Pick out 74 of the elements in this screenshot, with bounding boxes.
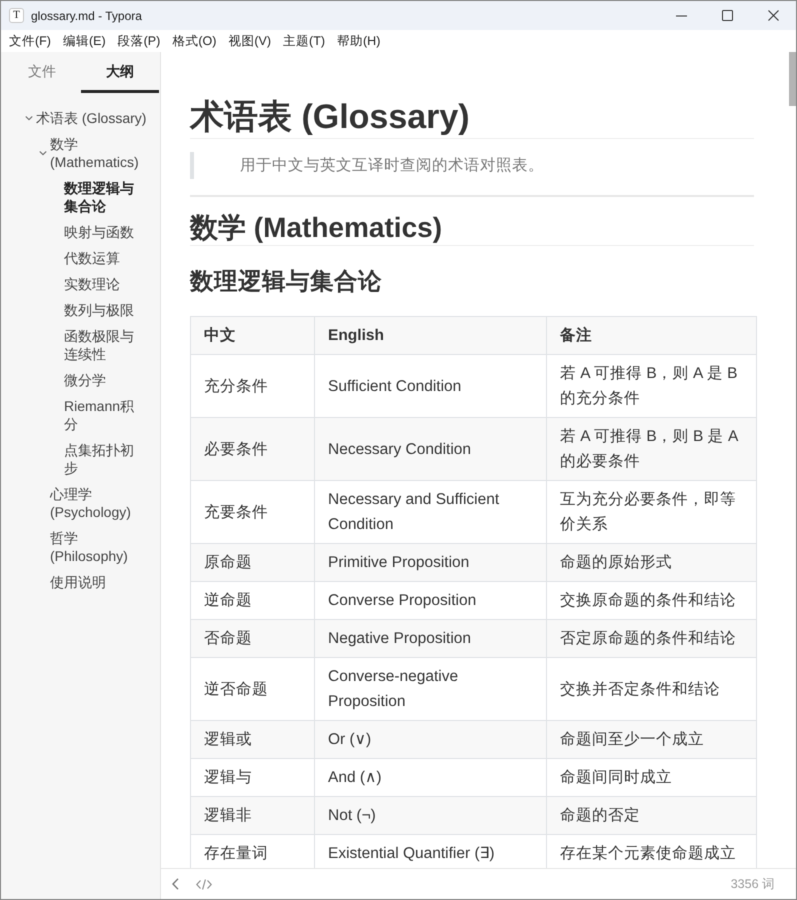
- sidebar-tab[interactable]: 文件: [3, 52, 81, 93]
- section-heading: 数学 (Mathematics): [190, 211, 754, 246]
- outline-item[interactable]: 点集拓扑初步: [64, 441, 140, 477]
- column-header: English: [314, 316, 546, 354]
- table-cell: 逆命题: [190, 582, 314, 620]
- table-cell: Not (¬): [314, 796, 546, 834]
- table-cell: Primitive Proposition: [314, 544, 546, 582]
- outline-item[interactable]: 函数极限与连续性: [64, 327, 140, 363]
- scrollbar-thumb[interactable]: [789, 52, 796, 106]
- table-cell: Sufficient Condition: [314, 354, 546, 418]
- minimize-icon[interactable]: [676, 14, 686, 16]
- table-cell: Necessary Condition: [314, 418, 546, 480]
- maximize-icon[interactable]: [722, 10, 732, 21]
- chevron-down-icon[interactable]: [39, 149, 47, 157]
- outline-item[interactable]: 实数理论: [64, 275, 120, 293]
- table-cell: 交换原命题的条件和结论: [546, 582, 756, 620]
- menu-item[interactable]: 主题(T): [277, 32, 332, 50]
- table-cell: 存在量词: [190, 834, 314, 868]
- menu-item[interactable]: 帮助(H): [331, 32, 386, 50]
- table-cell: 充分条件: [190, 354, 314, 418]
- table-cell: Negative Proposition: [314, 620, 546, 658]
- menu-item[interactable]: 格式(O): [166, 32, 222, 50]
- outline-item[interactable]: 心理学 (Psychology): [50, 485, 144, 521]
- table-cell: 逆否命题: [190, 658, 314, 720]
- table-cell: 逻辑或: [190, 720, 314, 758]
- table-cell: Or (∨): [314, 720, 546, 758]
- table-cell: 逻辑与: [190, 758, 314, 796]
- window-title: glossary.md - Typora: [31, 8, 142, 22]
- table-cell: 交换并否定条件和结论: [546, 658, 756, 720]
- table-cell: 命题间至少一个成立: [546, 720, 756, 758]
- table-cell: 存在某个元素使命题成立: [546, 834, 756, 868]
- outline-item[interactable]: 数理逻辑与集合论: [64, 179, 140, 215]
- outline-item[interactable]: 哲学 (Philosophy): [50, 529, 144, 565]
- column-header: 备注: [546, 316, 756, 354]
- table-cell: Converse Proposition: [314, 582, 546, 620]
- table-cell: 命题的否定: [546, 796, 756, 834]
- outline-item[interactable]: 映射与函数: [64, 223, 134, 241]
- outline-item[interactable]: 术语表 (Glossary): [36, 109, 146, 127]
- outline-item[interactable]: 使用说明: [50, 573, 106, 591]
- menu-item[interactable]: 视图(V): [222, 32, 278, 50]
- document-title: 术语表 (Glossary): [190, 96, 754, 139]
- chevron-down-icon[interactable]: [25, 114, 33, 122]
- app-icon: T: [9, 8, 24, 23]
- table-cell: 命题间同时成立: [546, 758, 756, 796]
- table-cell: 充要条件: [190, 480, 314, 544]
- word-count: 3356 词: [730, 876, 775, 892]
- table-cell: 互为充分必要条件，即等价关系: [546, 480, 756, 544]
- table-cell: 原命题: [190, 544, 314, 582]
- table-cell: Converse-negative Proposition: [314, 658, 546, 720]
- table-cell: 必要条件: [190, 418, 314, 480]
- code-icon[interactable]: [196, 878, 212, 890]
- sidebar-tab[interactable]: 大纲: [81, 52, 159, 93]
- blockquote: 用于中文与英文互译时查阅的术语对照表。: [190, 152, 754, 179]
- outline-item[interactable]: 数列与极限: [64, 301, 134, 319]
- outline-item[interactable]: 微分学: [64, 371, 106, 389]
- chevron-left-icon[interactable]: [172, 878, 179, 890]
- column-header: 中文: [190, 316, 314, 354]
- outline-item[interactable]: 代数运算: [64, 249, 120, 267]
- table-cell: 若 A 可推得 B，则 A 是 B 的充分条件: [546, 354, 756, 418]
- outline-item[interactable]: Riemann积分: [64, 397, 140, 433]
- table-cell: 命题的原始形式: [546, 544, 756, 582]
- table-cell: And (∧): [314, 758, 546, 796]
- table-cell: 否命题: [190, 620, 314, 658]
- menu-item[interactable]: 编辑(E): [56, 32, 112, 50]
- table-cell: 逻辑非: [190, 796, 314, 834]
- table-cell: 否定原命题的条件和结论: [546, 620, 756, 658]
- subsection-heading: 数理逻辑与集合论: [190, 267, 383, 296]
- outline-item[interactable]: 数学 (Mathematics): [50, 135, 144, 171]
- table-cell: 若 A 可推得 B，则 B 是 A 的必要条件: [546, 418, 756, 480]
- close-icon[interactable]: [768, 10, 778, 21]
- menu-item[interactable]: 段落(P): [112, 32, 166, 50]
- table-cell: Existential Quantifier (∃): [314, 834, 546, 868]
- table-cell: Necessary and Sufficient Condition: [314, 480, 546, 544]
- menu-item[interactable]: 文件(F): [3, 32, 57, 50]
